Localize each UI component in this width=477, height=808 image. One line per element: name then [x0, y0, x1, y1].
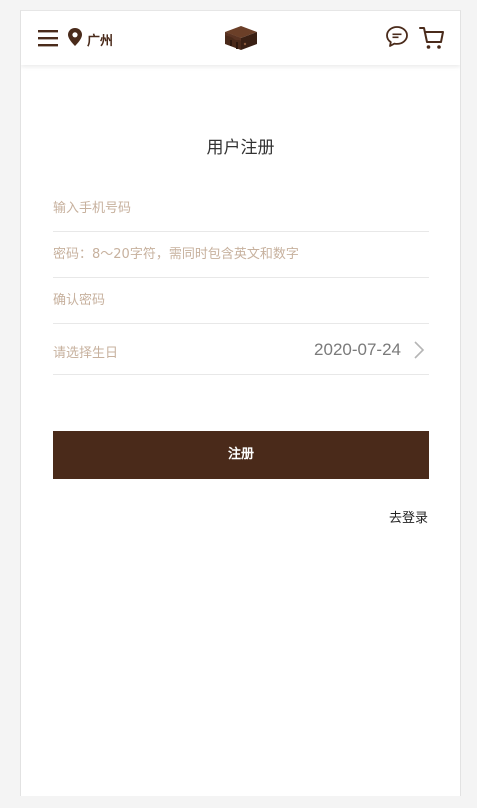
confirm-password-field-row: [53, 278, 429, 324]
cake-logo: [225, 26, 257, 50]
location-pin-icon: [68, 28, 82, 46]
registration-form: 请选择生日 2020-07-24: [53, 186, 429, 375]
chevron-right-icon: [414, 341, 425, 359]
phone-field-row: [53, 186, 429, 232]
birthday-picker[interactable]: 请选择生日 2020-07-24: [53, 324, 429, 375]
app-frame: 广州 用户注册 输入手机号码 请选择生日 2020-07-24 注册 去登录: [20, 10, 461, 796]
chat-bubble-icon[interactable]: [385, 25, 409, 49]
confirm-password-input[interactable]: [53, 278, 429, 323]
go-login-link[interactable]: 去登录: [389, 507, 428, 526]
city-selector[interactable]: 广州: [87, 30, 113, 49]
register-button[interactable]: 注册: [53, 431, 429, 479]
shopping-cart-icon[interactable]: [419, 25, 445, 51]
top-header: 广州: [21, 11, 460, 65]
page-title: 用户注册: [206, 138, 275, 158]
password-field-row: [53, 232, 429, 278]
password-input[interactable]: [53, 232, 429, 277]
birthday-value: 2020-07-24: [314, 340, 401, 359]
birthday-label: 请选择生日: [53, 346, 119, 361]
hamburger-menu-icon[interactable]: [38, 28, 58, 48]
phone-input[interactable]: [53, 186, 429, 231]
